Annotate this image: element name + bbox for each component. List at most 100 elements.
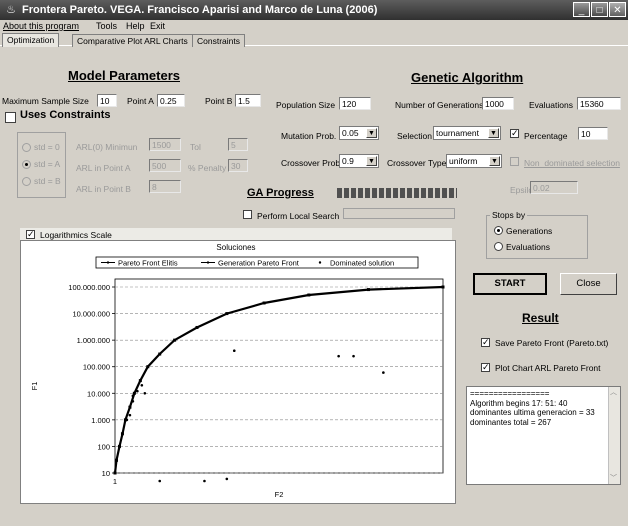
point-b-input[interactable]: 1.5 <box>235 94 261 107</box>
population-label: Population Size <box>276 100 336 110</box>
std-b-radio[interactable] <box>22 177 31 186</box>
menu-exit[interactable]: Exit <box>150 21 165 31</box>
std-0-label: std = 0 <box>34 142 60 152</box>
log-scale-checkbox[interactable]: ✓ <box>26 230 35 239</box>
chart-title: Soluciones <box>216 243 255 252</box>
pareto-point <box>117 444 121 448</box>
pareto-point <box>225 312 229 316</box>
tol-label: Tol <box>190 142 201 152</box>
menu-about[interactable]: About this program <box>3 21 79 31</box>
chevron-up-icon[interactable]: ︿ <box>610 388 617 398</box>
log-scale-label: Logarithmics Scale <box>40 230 112 240</box>
local-search-checkbox[interactable] <box>243 210 252 219</box>
evaluations-label: Evaluations <box>529 100 573 110</box>
std-0-radio[interactable] <box>22 143 31 152</box>
ga-progress-label: GA Progress <box>247 187 314 199</box>
y-tick-label: 100.000 <box>83 363 110 372</box>
pareto-point <box>195 325 199 329</box>
y-axis-label: F1 <box>30 382 39 391</box>
pareto-point <box>158 352 162 356</box>
stop-evaluations-radio[interactable] <box>494 242 503 251</box>
use-constraints-label: Uses Constraints <box>20 109 111 121</box>
epsilon-input[interactable]: 0.02 <box>530 181 578 194</box>
dominated-point <box>232 349 236 353</box>
pareto-chart: Soluciones Pareto Front Elitis Generation … <box>30 243 445 499</box>
menu-help[interactable]: Help <box>126 21 145 31</box>
crossover-type-label: Crossover Type <box>387 158 447 168</box>
title-bar: ♨ Frontera Pareto. VEGA. Francisco Apari… <box>0 0 628 20</box>
dominated-point <box>143 391 147 395</box>
std-a-radio[interactable] <box>22 160 31 169</box>
crossover-type-select[interactable]: uniform ▼ <box>446 154 502 168</box>
tol-input[interactable]: 5 <box>228 138 248 151</box>
point-b-label: Point B <box>205 96 233 106</box>
plot-chart-checkbox[interactable]: ✓ <box>481 363 490 372</box>
stop-generations-radio[interactable] <box>494 226 503 235</box>
penalty-input[interactable]: 30 <box>228 159 248 172</box>
minimize-icon[interactable]: _ <box>573 2 590 17</box>
pareto-point <box>441 285 445 289</box>
dominated-point <box>136 389 139 393</box>
arl-a-input[interactable]: 500 <box>149 159 181 172</box>
dominated-point <box>113 471 117 475</box>
pareto-point <box>262 301 266 305</box>
non-dominated-checkbox[interactable] <box>510 157 519 166</box>
result-log[interactable]: ================= Algorithm begins 17: 51… <box>466 386 621 485</box>
y-tick-label: 10.000 <box>87 389 110 398</box>
menu-tools[interactable]: Tools <box>96 21 117 31</box>
crossover-label: Crossover Prob. <box>281 158 343 168</box>
population-input[interactable]: 120 <box>339 97 371 110</box>
log-line: ================= <box>470 389 550 398</box>
y-tick-label: 10 <box>102 469 110 478</box>
mutation-select[interactable]: 0.05 ▼ <box>339 126 379 140</box>
log-line: Algorithm begins 17: 51: 40 <box>470 398 568 408</box>
arl-b-input[interactable]: 8 <box>149 180 181 193</box>
chevron-down-icon[interactable]: ﹀ <box>610 474 617 484</box>
legend-marker <box>318 261 322 264</box>
close-icon[interactable]: ✕ <box>609 2 626 17</box>
stop-evaluations-label: Evaluations <box>506 242 550 252</box>
window-title: Frontera Pareto. VEGA. Francisco Aparisi… <box>22 4 378 16</box>
save-pareto-checkbox[interactable]: ✓ <box>481 338 490 347</box>
generations-input[interactable]: 1000 <box>482 97 514 110</box>
dominated-point <box>352 354 355 358</box>
percentage-checkbox[interactable]: ✓ <box>510 129 519 138</box>
pareto-point <box>173 338 177 342</box>
percentage-label: Percentage <box>524 131 568 141</box>
local-search-label: Perform Local Search <box>257 211 340 221</box>
maximize-icon[interactable]: □ <box>591 2 608 17</box>
legend-marker <box>207 261 209 264</box>
log-line: dominantes ultima generacion = 33 <box>470 408 595 417</box>
evaluations-input[interactable]: 15360 <box>577 97 621 110</box>
tab-optimization[interactable]: Optimization <box>2 33 60 47</box>
menu-bar <box>0 20 628 34</box>
use-constraints-checkbox[interactable] <box>5 112 16 123</box>
max-sample-input[interactable]: 10 <box>97 94 117 107</box>
stops-by-label: Stops by <box>490 210 528 220</box>
selection-label: Selection <box>397 131 432 141</box>
arl-b-label: ARL in Point B <box>76 184 131 194</box>
dominated-point <box>128 413 132 417</box>
legend-marker <box>107 261 109 264</box>
log-scrollbar[interactable]: ︿ ﹀ <box>608 387 620 484</box>
pareto-point <box>138 379 142 383</box>
x-tick-label: 1 <box>113 477 117 486</box>
dominated-point <box>140 383 144 387</box>
stop-generations-label: Generations <box>506 226 553 236</box>
tab-constraints[interactable]: Constraints <box>192 34 245 47</box>
dominated-point <box>203 479 206 483</box>
arl-min-input[interactable]: 1500 <box>149 138 181 151</box>
start-button[interactable]: START <box>473 273 547 295</box>
close-button[interactable]: Close <box>560 273 617 295</box>
selection-select[interactable]: tournament ▼ <box>433 126 501 140</box>
tab-comparative-plot[interactable]: Comparative Plot ARL Charts <box>72 34 193 47</box>
app-icon[interactable]: ♨ <box>4 3 18 17</box>
non-dominated-label: Non_dominated selection <box>524 158 620 168</box>
chevron-down-icon: ▼ <box>366 128 377 138</box>
penalty-label: % Penalty <box>188 163 227 173</box>
dominated-point <box>125 418 129 422</box>
crossover-select[interactable]: 0.9 ▼ <box>339 154 379 168</box>
chevron-down-icon: ▼ <box>488 128 499 138</box>
percentage-input[interactable]: 10 <box>578 127 608 140</box>
point-a-input[interactable]: 0.25 <box>157 94 185 107</box>
